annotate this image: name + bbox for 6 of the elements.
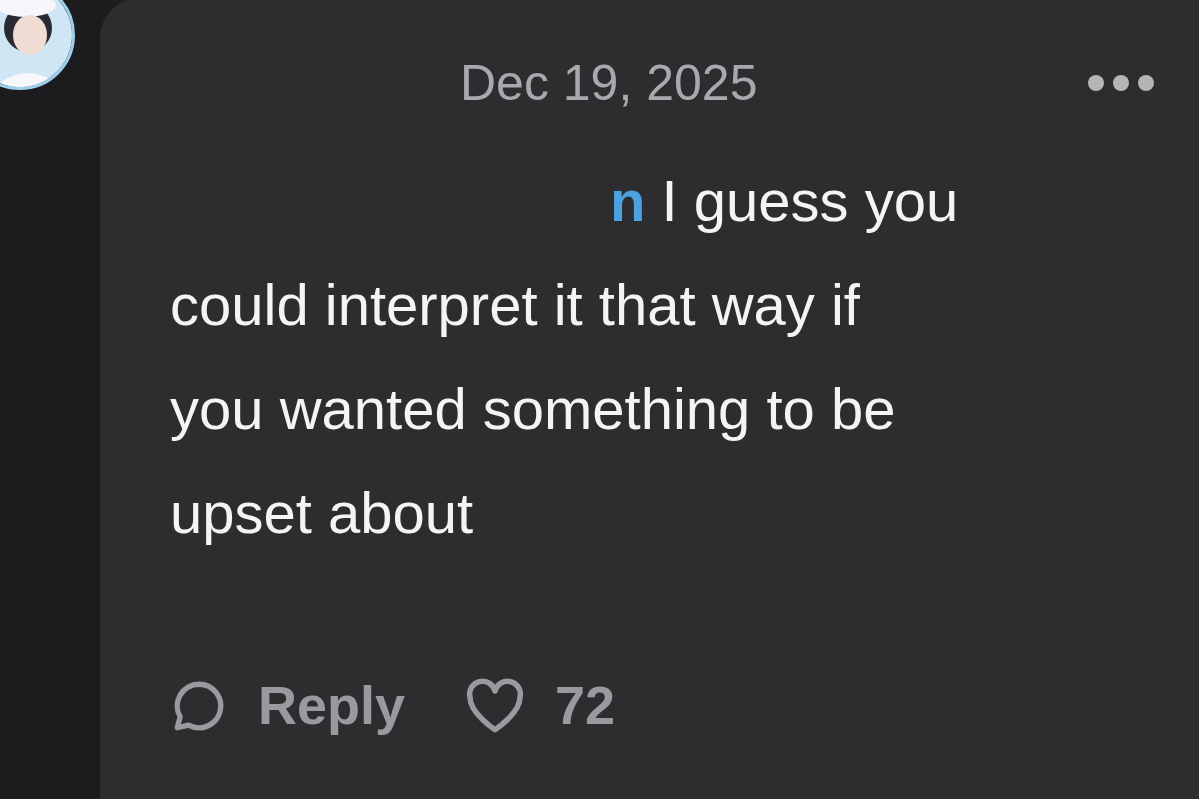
heart-icon <box>465 677 526 734</box>
comment-date: Dec 19, 2025 <box>460 54 758 113</box>
like-button[interactable]: 72 <box>465 665 616 746</box>
mention-link[interactable]: n <box>610 168 646 233</box>
reply-button[interactable]: Reply <box>170 665 406 746</box>
comment-text: n I guess you could interpret it that way if you wanted something to be upset about <box>170 167 960 547</box>
